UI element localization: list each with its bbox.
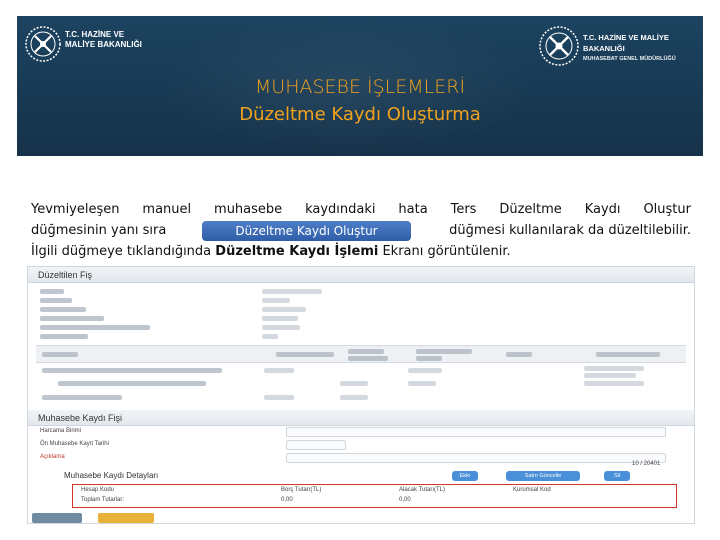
line-3-prefix: İlgili düğmeye tıklandığında xyxy=(31,244,216,259)
blurred-cell xyxy=(408,368,442,373)
word: hata xyxy=(398,202,428,217)
section-title-muhasebe-kaydi-fisi: Muhasebe Kaydı Fişi xyxy=(28,410,694,426)
blurred-value xyxy=(262,298,290,303)
aciklama-field[interactable] xyxy=(286,453,666,463)
section-title-duzeltilen-fis: Düzeltilen Fiş xyxy=(28,267,694,283)
total-label: Toplam Tutarlar: xyxy=(81,497,125,503)
blurred-label xyxy=(40,316,104,321)
footer-action-button[interactable] xyxy=(32,513,82,523)
blurred-cell xyxy=(408,381,436,386)
blurred-cell xyxy=(42,368,222,373)
header-hesap-kodu: Hesap Kodu xyxy=(81,487,115,493)
detail-section-title: Muhasebe Kaydı Detayları xyxy=(64,471,159,480)
blurred-value xyxy=(262,334,278,339)
blurred-label xyxy=(40,307,86,312)
blurred-cell xyxy=(264,395,294,400)
page-indicator: 10 / 20401 xyxy=(632,461,661,467)
description-paragraph: Yevmiyeleşen manuel muhasebe kaydındaki … xyxy=(31,199,691,262)
blurred-value xyxy=(262,316,298,321)
blurred-header xyxy=(416,356,442,361)
word: Kaydı xyxy=(584,202,621,217)
header-banner: T.C. HAZİNE VE MALİYE BAKANLIĞI T.C. HAZ… xyxy=(17,16,703,156)
blurred-cell xyxy=(58,381,206,386)
total-debit: 0,00 xyxy=(281,497,293,503)
line-2-suffix: düğmesi kullanılarak da düzeltilebilir. xyxy=(449,223,691,238)
line-3-emphasis: Düzeltme Kaydı İşlemi xyxy=(215,244,379,259)
row-label-on-muhasebe-kayit-tarihi: Ön Muhasebe Kayıt Tarihi xyxy=(40,441,109,447)
blurred-header xyxy=(348,356,388,361)
blurred-value xyxy=(262,325,300,330)
ministry-line-2: MALİYE BAKANLIĞI xyxy=(65,40,142,49)
page-subtitle: Düzeltme Kaydı Oluşturma xyxy=(239,104,481,125)
sil-button[interactable]: Sil xyxy=(604,471,630,481)
blurred-header xyxy=(416,349,472,354)
line-2-prefix: düğmesinin yanı sıra xyxy=(31,223,167,238)
blurred-cell xyxy=(340,381,368,386)
word: Oluştur xyxy=(643,202,691,217)
ministry-emblem-icon xyxy=(25,26,61,62)
ministry-name-right: T.C. HAZİNE VE MALİYE BAKANLIĞI MUHASEBA… xyxy=(583,32,703,65)
blurred-cell xyxy=(584,381,644,386)
blurred-label xyxy=(40,334,88,339)
footer-action-button[interactable] xyxy=(98,513,154,523)
word: manuel xyxy=(142,202,192,217)
ministry-name-left: T.C. HAZİNE VE MALİYE BAKANLIĞI xyxy=(65,30,142,50)
word: kaydındaki xyxy=(305,202,376,217)
blurred-label xyxy=(40,325,150,330)
blurred-header xyxy=(42,352,78,357)
paragraph-line-1: Yevmiyeleşen manuel muhasebe kaydındaki … xyxy=(31,199,691,220)
blurred-header xyxy=(348,349,384,354)
blurred-cell xyxy=(264,368,294,373)
blurred-header xyxy=(506,352,532,357)
word: Ters xyxy=(450,202,477,217)
blurred-label xyxy=(40,298,72,303)
word: Düzeltme xyxy=(499,202,562,217)
detail-table-highlight: Hesap Kodu Borç Tutarı(TL) Alacak Tutarı… xyxy=(72,484,677,508)
page-title: MUHASEBE İŞLEMLERİ xyxy=(254,76,466,98)
ministry-line-1: T.C. HAZİNE VE xyxy=(65,30,125,39)
blurred-cell xyxy=(584,366,644,371)
header-alacak-tutari: Alacak Tutarı(TL) xyxy=(399,487,446,493)
header-kurumsal-kod: Kurumsal Kod xyxy=(513,487,551,493)
total-credit: 0,00 xyxy=(399,497,411,503)
ekle-button[interactable]: Ekle xyxy=(452,471,478,481)
kayit-tarihi-field[interactable] xyxy=(286,440,346,450)
blurred-header xyxy=(276,352,334,357)
paragraph-line-3: İlgili düğmeye tıklandığında Düzeltme Ka… xyxy=(31,241,691,262)
duzeltme-kaydi-olustur-button[interactable]: Düzeltme Kaydı Oluştur xyxy=(202,221,411,241)
blurred-cell xyxy=(584,373,636,378)
ministry-emblem-icon xyxy=(539,26,579,66)
ministry-line-1: T.C. HAZİNE VE MALİYE BAKANLIĞI xyxy=(583,33,669,53)
blurred-cell xyxy=(42,395,122,400)
blurred-header xyxy=(596,352,660,357)
embedded-form-screenshot: Düzeltilen Fiş Muhasebe Kaydı Fişi Harca… xyxy=(27,266,695,524)
header-borc-tutari: Borç Tutarı(TL) xyxy=(281,487,322,493)
row-label-harcama-birimi: Harcama Birimi xyxy=(40,428,82,434)
blurred-label xyxy=(40,289,64,294)
harcama-birimi-field[interactable] xyxy=(286,427,666,437)
satiri-guncelle-button[interactable]: Satırı Güncelle xyxy=(506,471,580,481)
paragraph-line-2: düğmesinin yanı sıra Düzeltme Kaydı Oluş… xyxy=(31,220,691,241)
word: Yevmiyeleşen xyxy=(31,202,120,217)
directorate-name: MUHASEBAT GENEL MÜDÜRLÜĞÜ xyxy=(583,56,676,62)
table-header xyxy=(36,345,686,363)
word: muhasebe xyxy=(214,202,283,217)
blurred-cell xyxy=(340,395,368,400)
row-label-aciklama: Açıklama xyxy=(40,454,65,460)
blurred-value xyxy=(262,307,306,312)
line-3-suffix: Ekranı görüntülenir. xyxy=(378,244,511,259)
blurred-value xyxy=(262,289,322,294)
